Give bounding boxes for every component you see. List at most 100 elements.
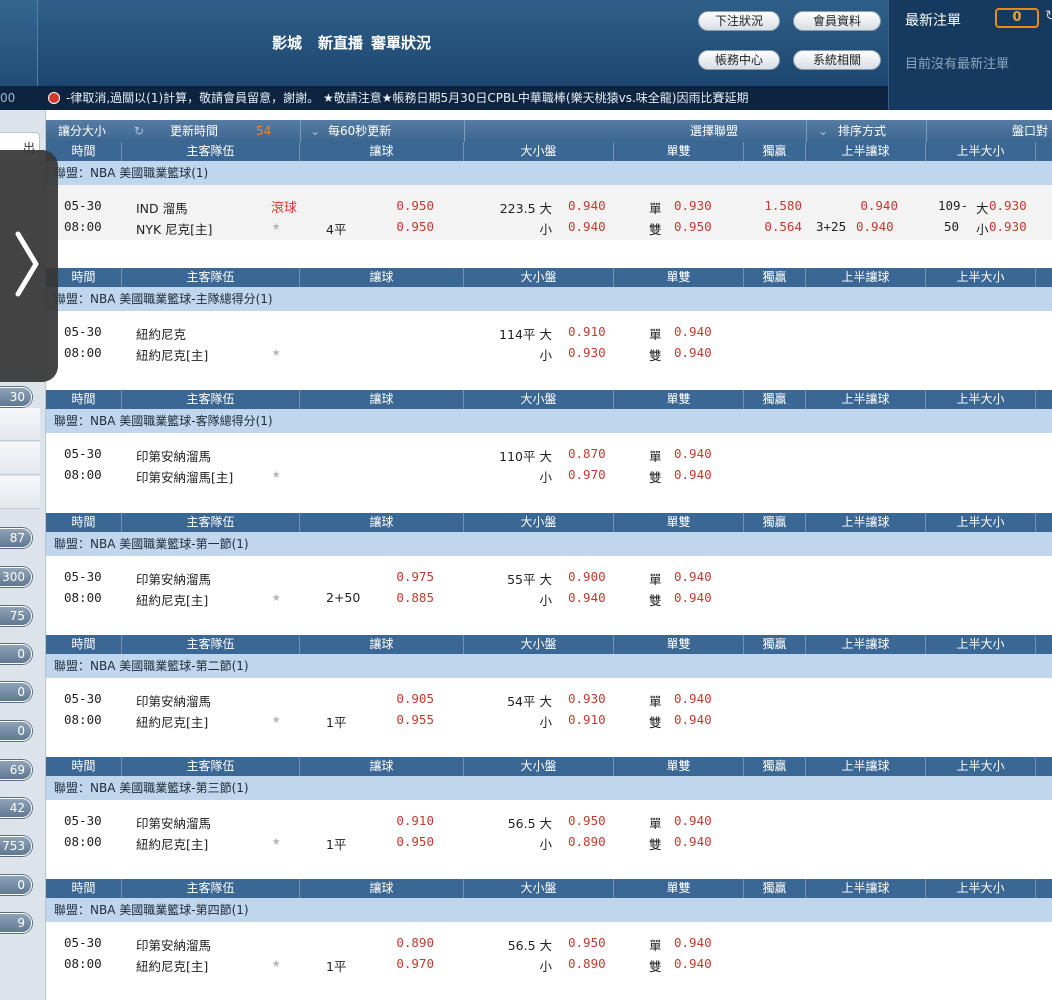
favorite-star-icon[interactable]: ★ bbox=[272, 589, 280, 605]
league-title[interactable]: 聯盟：NBA 美國職業籃球-客隊總得分(1) bbox=[46, 409, 1052, 433]
refresh-icon[interactable]: ↻ bbox=[134, 120, 144, 142]
odd-odds[interactable]: 0.930 bbox=[674, 198, 712, 213]
handicap-odds[interactable]: 0.885 bbox=[356, 590, 434, 605]
brand-area bbox=[0, 0, 38, 86]
under-odds[interactable]: 0.970 bbox=[568, 467, 606, 482]
column-header: 大小盤 bbox=[464, 757, 614, 776]
under-odds[interactable]: 0.890 bbox=[568, 834, 606, 849]
account-center-button[interactable]: 帳務中心 bbox=[698, 50, 780, 70]
favorite-star-icon[interactable]: ★ bbox=[272, 344, 280, 360]
odd-odds[interactable]: 0.940 bbox=[674, 446, 712, 461]
column-header: 大小盤 bbox=[464, 635, 614, 654]
under-odds[interactable]: 0.890 bbox=[568, 956, 606, 971]
odd-odds[interactable]: 0.940 bbox=[674, 691, 712, 706]
over-odds[interactable]: 0.900 bbox=[568, 569, 606, 584]
under-odds[interactable]: 0.930 bbox=[568, 345, 606, 360]
handicap-odds[interactable]: 0.970 bbox=[356, 956, 434, 971]
under-odds[interactable]: 0.940 bbox=[568, 219, 606, 234]
over-odds[interactable]: 0.930 bbox=[568, 691, 606, 706]
first-half-over-odds[interactable]: 0.930 bbox=[989, 198, 1027, 213]
favorite-star-icon[interactable]: ★ bbox=[272, 711, 280, 727]
over-odds[interactable]: 0.950 bbox=[568, 935, 606, 950]
even-odds[interactable]: 0.940 bbox=[674, 834, 712, 849]
handicap-odds[interactable]: 0.890 bbox=[356, 935, 434, 950]
latest-bets-count[interactable]: 0 bbox=[995, 8, 1039, 28]
handicap-odds[interactable]: 0.950 bbox=[356, 834, 434, 849]
sidebar-band[interactable] bbox=[0, 408, 40, 441]
over-odds[interactable]: 0.870 bbox=[568, 446, 606, 461]
sidebar-count-pill[interactable]: 0 bbox=[0, 644, 32, 664]
favorite-star-icon[interactable]: ★ bbox=[272, 466, 280, 482]
handicap-odds[interactable]: 0.955 bbox=[356, 712, 434, 727]
over-under-line: 114平 大 bbox=[499, 327, 552, 342]
handicap-odds[interactable]: 0.910 bbox=[356, 813, 434, 828]
slide-out-handle[interactable] bbox=[0, 150, 58, 382]
over-odds[interactable]: 0.950 bbox=[568, 813, 606, 828]
league-title[interactable]: 聯盟：NBA 美國職業籃球-第四節(1) bbox=[46, 898, 1052, 922]
odd-odds[interactable]: 0.940 bbox=[674, 569, 712, 584]
bet-status-button[interactable]: 下注狀況 bbox=[698, 11, 780, 31]
sort-select[interactable]: 排序方式 bbox=[838, 120, 886, 142]
under-odds[interactable]: 0.940 bbox=[568, 590, 606, 605]
sidebar-count-pill[interactable]: 30 bbox=[0, 387, 32, 407]
sidebar-count-pill[interactable]: 75 bbox=[0, 606, 32, 626]
even-odds[interactable]: 0.940 bbox=[674, 345, 712, 360]
favorite-star-icon[interactable]: ★ bbox=[272, 955, 280, 971]
sidebar-count-pill[interactable]: 9 bbox=[0, 913, 32, 933]
odd-odds[interactable]: 0.940 bbox=[674, 324, 712, 339]
odd-odds[interactable]: 0.940 bbox=[674, 813, 712, 828]
favorite-star-icon[interactable]: ★ bbox=[272, 833, 280, 849]
first-half-handicap-odds[interactable]: 0.940 bbox=[856, 219, 894, 234]
sidebar-count-pill[interactable]: 42 bbox=[0, 798, 32, 818]
moneyline-odds[interactable]: 1.580 bbox=[726, 198, 802, 213]
column-header: 主客隊伍 bbox=[122, 142, 300, 161]
system-button[interactable]: 系統相關 bbox=[793, 50, 881, 70]
even-odds[interactable]: 0.940 bbox=[674, 590, 712, 605]
handicap-odds[interactable]: 0.905 bbox=[356, 691, 434, 706]
sidebar-count-pill[interactable]: 0 bbox=[0, 875, 32, 895]
even-odds[interactable]: 0.940 bbox=[674, 956, 712, 971]
league-title[interactable]: 聯盟：NBA 美國職業籃球(1) bbox=[46, 161, 1052, 185]
chevron-down-icon[interactable]: ⌄ bbox=[818, 120, 828, 142]
league-title[interactable]: 聯盟：NBA 美國職業籃球-第一節(1) bbox=[46, 532, 1052, 556]
sidebar-count-pill[interactable]: 69 bbox=[0, 760, 32, 780]
league-title[interactable]: 聯盟：NBA 美國職業籃球-第三節(1) bbox=[46, 776, 1052, 800]
handicap-size-toggle[interactable]: 讓分大小 bbox=[58, 120, 106, 142]
sidebar-count-pill[interactable]: 87 bbox=[0, 528, 32, 548]
sidebar-count-pill[interactable]: 0 bbox=[0, 721, 32, 741]
handicap-odds[interactable]: 0.950 bbox=[356, 219, 434, 234]
moneyline-odds[interactable]: 0.564 bbox=[726, 219, 802, 234]
odd-odds[interactable]: 0.940 bbox=[674, 935, 712, 950]
select-league-button[interactable]: 選擇聯盟 bbox=[690, 120, 738, 142]
first-half-under-odds[interactable]: 0.930 bbox=[989, 219, 1027, 234]
nav-live[interactable]: 新直播 bbox=[318, 32, 363, 53]
stop-icon[interactable] bbox=[48, 92, 60, 104]
member-info-button[interactable]: 會員資料 bbox=[793, 11, 881, 31]
even-odds[interactable]: 0.940 bbox=[674, 467, 712, 482]
sidebar-count-pill[interactable]: 0 bbox=[0, 682, 32, 702]
column-header: 上半讓球 bbox=[806, 879, 926, 898]
under-odds[interactable]: 0.910 bbox=[568, 712, 606, 727]
sidebar-count-pill[interactable]: 753 bbox=[0, 836, 32, 856]
sidebar-count-pill[interactable]: 300 bbox=[0, 567, 32, 587]
favorite-star-icon[interactable]: ★ bbox=[272, 218, 280, 234]
handicap-odds[interactable]: 0.950 bbox=[356, 198, 434, 213]
nav-audit[interactable]: 審單狀況 bbox=[371, 32, 431, 53]
over-odds[interactable]: 0.910 bbox=[568, 324, 606, 339]
sidebar-band[interactable] bbox=[0, 476, 40, 509]
first-half-handicap-odds[interactable]: 0.940 bbox=[826, 198, 898, 213]
handicap-compare-label[interactable]: 盤口對 bbox=[1012, 120, 1048, 142]
refresh-interval-select[interactable]: 每60秒更新 bbox=[328, 120, 391, 142]
over-odds[interactable]: 0.940 bbox=[568, 198, 606, 213]
handicap-odds[interactable]: 0.975 bbox=[356, 569, 434, 584]
column-header: 單雙 bbox=[614, 268, 744, 287]
column-header: 獨贏 bbox=[744, 142, 806, 161]
even-odds[interactable]: 0.940 bbox=[674, 712, 712, 727]
sidebar-band[interactable] bbox=[0, 442, 40, 475]
league-title[interactable]: 聯盟：NBA 美國職業籃球-主隊總得分(1) bbox=[46, 287, 1052, 311]
chevron-down-icon[interactable]: ⌄ bbox=[310, 120, 320, 142]
even-odds[interactable]: 0.950 bbox=[674, 219, 712, 234]
refresh-icon[interactable]: ↻ bbox=[1045, 8, 1052, 24]
league-title[interactable]: 聯盟：NBA 美國職業籃球-第二節(1) bbox=[46, 654, 1052, 678]
nav-cinema[interactable]: 影城 bbox=[272, 32, 302, 53]
